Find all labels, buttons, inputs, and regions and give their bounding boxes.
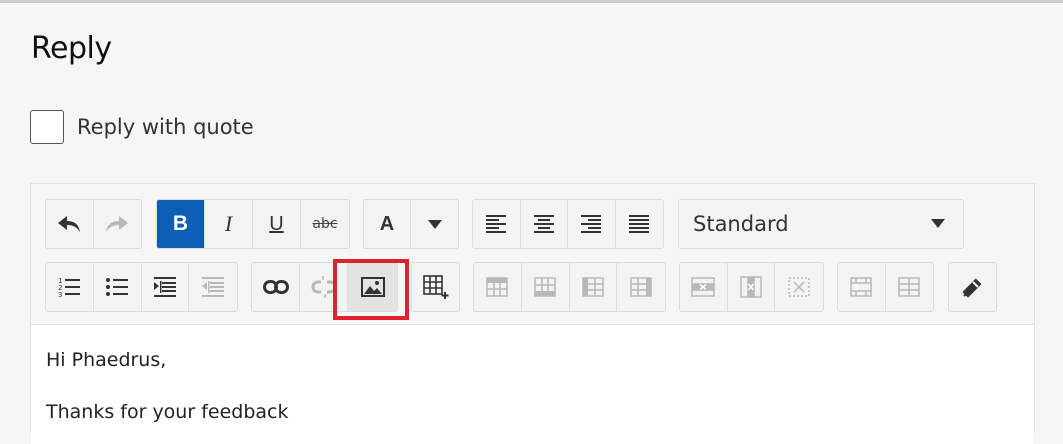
list-group: 123 <box>45 262 238 312</box>
table-insert-group <box>411 262 460 312</box>
split-cells-icon <box>898 277 920 297</box>
table-insert-icon <box>422 275 448 299</box>
insert-column-left-button[interactable] <box>570 263 618 311</box>
paragraph-format-value: Standard <box>693 212 789 236</box>
unlink-icon <box>311 276 336 298</box>
bold-button[interactable]: B <box>157 200 205 248</box>
split-cells-button[interactable] <box>886 263 934 311</box>
align-left-icon <box>486 215 507 233</box>
unlink-button[interactable] <box>300 263 348 311</box>
insert-table-button[interactable] <box>412 263 459 311</box>
row-below-icon <box>534 277 556 297</box>
align-center-icon <box>533 215 554 233</box>
redo-icon <box>106 216 129 232</box>
ordered-list-button[interactable]: 123 <box>46 263 94 311</box>
redo-button[interactable] <box>94 200 142 248</box>
undo-icon <box>58 216 81 232</box>
outdent-icon <box>202 277 225 297</box>
font-color-dropdown-button[interactable] <box>411 200 458 248</box>
merge-cells-icon <box>850 277 872 297</box>
delete-row-icon <box>691 277 716 297</box>
undo-button[interactable] <box>46 200 94 248</box>
editor-line: Hi Phaedrus, <box>46 349 167 371</box>
strikethrough-button[interactable]: abc <box>301 200 349 248</box>
rich-text-editor: B I U abc A Standard 123 Hi Phaedrus, Th… <box>30 183 1035 444</box>
editor-content[interactable]: Hi Phaedrus, Thanks for your feedback <box>31 324 1034 444</box>
table-row-column-group <box>473 262 666 312</box>
insert-row-below-button[interactable] <box>522 263 570 311</box>
chevron-down-icon <box>427 219 442 229</box>
font-color-group: A <box>363 199 459 249</box>
indent-icon <box>153 277 176 297</box>
insert-row-above-button[interactable] <box>474 263 522 311</box>
chevron-down-icon <box>931 219 945 228</box>
align-right-icon <box>581 215 602 233</box>
image-icon <box>360 277 385 297</box>
delete-table-icon <box>788 277 810 297</box>
editor-line: Thanks for your feedback <box>46 401 289 423</box>
align-justify-icon <box>629 215 650 233</box>
insert-image-button[interactable] <box>348 263 397 311</box>
align-left-button[interactable] <box>473 200 521 248</box>
row-above-icon <box>486 277 509 297</box>
svg-text:3: 3 <box>58 291 62 298</box>
clear-formatting-button[interactable] <box>949 263 996 311</box>
bullet-list-button[interactable] <box>94 263 142 311</box>
column-right-icon <box>630 277 652 297</box>
text-style-group: B I U abc <box>156 199 350 249</box>
insert-group <box>251 262 398 312</box>
delete-row-button[interactable] <box>680 263 728 311</box>
insert-link-button[interactable] <box>252 263 300 311</box>
alignment-group <box>472 199 664 249</box>
column-left-icon <box>582 277 604 297</box>
bullet-list-icon <box>106 278 129 296</box>
history-group <box>45 199 142 249</box>
ordered-list-icon: 123 <box>58 277 81 298</box>
reply-with-quote-checkbox[interactable] <box>30 110 64 144</box>
table-cell-group <box>837 262 934 312</box>
italic-button[interactable]: I <box>205 200 253 248</box>
justify-button[interactable] <box>616 200 663 248</box>
merge-cells-button[interactable] <box>838 263 886 311</box>
page-title: Reply <box>31 31 112 66</box>
clear-format-group <box>948 262 997 312</box>
eraser-icon <box>961 278 981 298</box>
align-right-button[interactable] <box>568 200 616 248</box>
outdent-button[interactable] <box>189 263 237 311</box>
delete-column-icon <box>740 276 762 298</box>
reply-with-quote-label[interactable]: Reply with quote <box>77 115 254 139</box>
align-center-button[interactable] <box>521 200 568 248</box>
delete-column-button[interactable] <box>728 263 776 311</box>
insert-column-right-button[interactable] <box>617 263 665 311</box>
underline-button[interactable]: U <box>253 200 301 248</box>
table-delete-group <box>679 262 824 312</box>
font-color-button[interactable]: A <box>364 200 412 248</box>
paragraph-format-select[interactable]: Standard <box>678 199 964 249</box>
delete-table-button[interactable] <box>775 263 823 311</box>
link-icon <box>262 280 289 294</box>
reply-with-quote-option[interactable]: Reply with quote <box>30 109 254 145</box>
indent-button[interactable] <box>142 263 190 311</box>
